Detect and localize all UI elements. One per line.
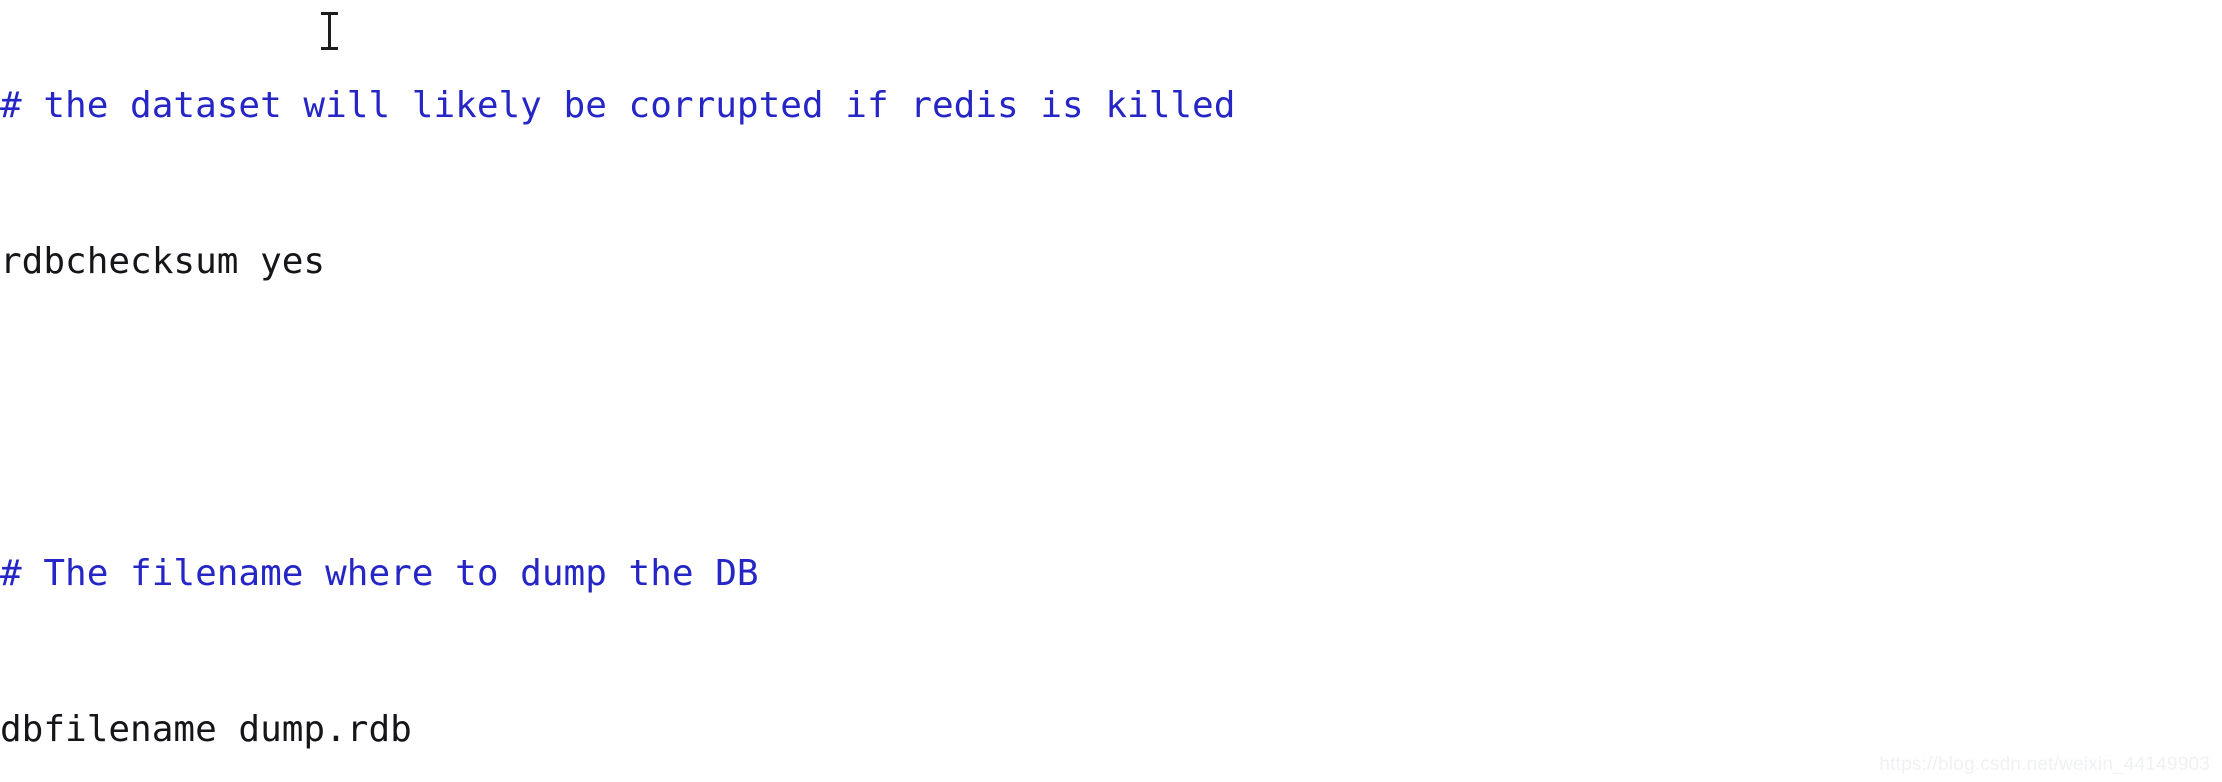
code-line-dbfilename: dbfilename dump.rdb [0, 709, 412, 750]
watermark-text: https://blog.csdn.net/weixin_44149903 [1879, 754, 2210, 775]
code-line-clipped-top: # the dataset will likely be corrupted i… [0, 85, 1236, 126]
code-line-rdbchecksum: rdbchecksum yes [0, 241, 326, 282]
code-area[interactable]: # the dataset will likely be corrupted i… [0, 0, 2222, 782]
text-editor-viewport[interactable]: # the dataset will likely be corrupted i… [0, 0, 2222, 782]
code-line-comment-filename: # The filename where to dump the DB [0, 553, 759, 594]
